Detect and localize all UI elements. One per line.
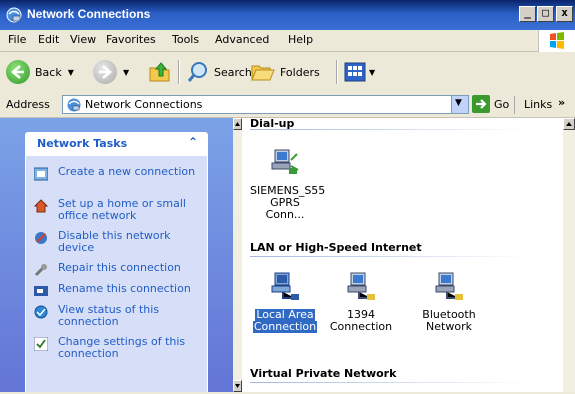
- go-label: Go: [494, 97, 510, 111]
- search-button[interactable]: Search: [186, 59, 252, 85]
- views-icon: [344, 62, 366, 82]
- links-button[interactable]: Links: [524, 98, 552, 111]
- group-header-vpn: Virtual Private Network: [250, 367, 397, 380]
- maximize-button[interactable]: □: [537, 6, 554, 22]
- network-tasks-title: Network Tasks: [37, 137, 128, 150]
- menu-view[interactable]: View: [70, 33, 96, 46]
- forward-arrow-icon: [93, 60, 117, 84]
- window-title: Network Connections: [27, 7, 151, 21]
- menu-file[interactable]: File: [8, 33, 26, 46]
- lan-connection-icon: [271, 272, 299, 300]
- views-button[interactable]: ▼: [344, 59, 375, 85]
- network-connections-icon: [6, 7, 22, 23]
- folders-button[interactable]: Folders: [250, 59, 320, 85]
- search-label: Search: [214, 65, 252, 79]
- scroll-up-button[interactable]: [563, 118, 575, 130]
- search-icon: [187, 62, 207, 82]
- menu-tools[interactable]: Tools: [172, 33, 199, 46]
- chevron-down-icon: ▼: [455, 98, 462, 108]
- chevron-down-icon[interactable]: ▼: [123, 68, 129, 77]
- chevron-down-icon[interactable]: ▼: [369, 68, 375, 77]
- right-scrollbar[interactable]: [563, 118, 575, 392]
- new-connection-icon: [34, 167, 48, 181]
- connection-local-area[interactable]: Local Area Connection: [250, 270, 320, 333]
- menu-advanced[interactable]: Advanced: [215, 33, 269, 46]
- toolbar: Back ▼ ▼ Search Folders ▼: [0, 52, 575, 94]
- network-connections-icon: [67, 98, 81, 112]
- connection-name-line2: Connection: [329, 320, 393, 333]
- connection-siemens-gprs[interactable]: SIEMENS_S55 GPRS Conn...: [250, 146, 325, 221]
- lan-connection-icon: [435, 272, 463, 300]
- links-more-icon[interactable]: »: [558, 96, 565, 109]
- menu-favorites[interactable]: Favorites: [106, 33, 156, 46]
- settings-icon: [34, 337, 48, 351]
- scroll-up-button[interactable]: [233, 118, 242, 130]
- go-button[interactable]: Go: [472, 95, 509, 113]
- task-pane: Network Tasks ⌃ Create a new connection …: [0, 118, 233, 392]
- network-tasks-panel: Create a new connection Set up a home or…: [25, 156, 208, 392]
- connection-1394[interactable]: 1394 Connection: [326, 270, 396, 333]
- address-input[interactable]: Network Connections ▼: [62, 95, 469, 114]
- folders-icon: [251, 65, 275, 81]
- network-tasks-header[interactable]: Network Tasks ⌃: [25, 132, 208, 156]
- back-button[interactable]: Back ▼: [6, 59, 74, 85]
- connection-bluetooth[interactable]: Bluetooth Network: [414, 270, 484, 333]
- menu-help[interactable]: Help: [288, 33, 313, 46]
- folders-label: Folders: [280, 65, 320, 79]
- address-dropdown-button[interactable]: ▼: [451, 96, 468, 113]
- repair-icon: [34, 264, 47, 277]
- home-network-icon: [34, 199, 48, 213]
- dialup-connection-icon: [271, 149, 299, 174]
- connection-name-line2: GPRS Conn...: [265, 196, 305, 221]
- back-arrow-icon: [6, 60, 30, 84]
- status-icon: [34, 305, 48, 319]
- back-label: Back: [35, 65, 62, 79]
- windows-logo-icon: [538, 30, 575, 52]
- menu-bar: File Edit View Favorites Tools Advanced …: [0, 30, 575, 52]
- connection-name-line2: Connection: [252, 320, 318, 333]
- address-bar: Address Network Connections ▼ Go Links »: [0, 93, 575, 118]
- up-folder-icon: [149, 62, 170, 82]
- go-arrow-icon: [472, 95, 490, 113]
- minimize-button[interactable]: _: [519, 6, 536, 22]
- lan-connection-icon: [347, 272, 375, 300]
- connections-view: Dial-up SIEMENS_S55 GPRS Conn... LAN or …: [242, 118, 563, 392]
- scroll-down-button[interactable]: [233, 380, 242, 392]
- disable-device-icon: [35, 232, 47, 244]
- left-scrollbar[interactable]: [233, 118, 242, 392]
- forward-button[interactable]: ▼: [93, 59, 129, 85]
- collapse-chevron-icon[interactable]: ⌃: [188, 135, 198, 149]
- group-header-lan: LAN or High-Speed Internet: [250, 241, 422, 254]
- connection-name-line2: Network: [426, 320, 472, 333]
- title-bar: Network Connections _ □ x: [0, 0, 575, 30]
- chevron-down-icon[interactable]: ▼: [68, 68, 74, 77]
- address-label: Address: [6, 98, 50, 111]
- up-folder-button[interactable]: [147, 59, 173, 85]
- menu-edit[interactable]: Edit: [38, 33, 59, 46]
- address-value: Network Connections: [85, 98, 203, 111]
- close-button[interactable]: x: [556, 6, 573, 22]
- rename-icon: [34, 286, 48, 296]
